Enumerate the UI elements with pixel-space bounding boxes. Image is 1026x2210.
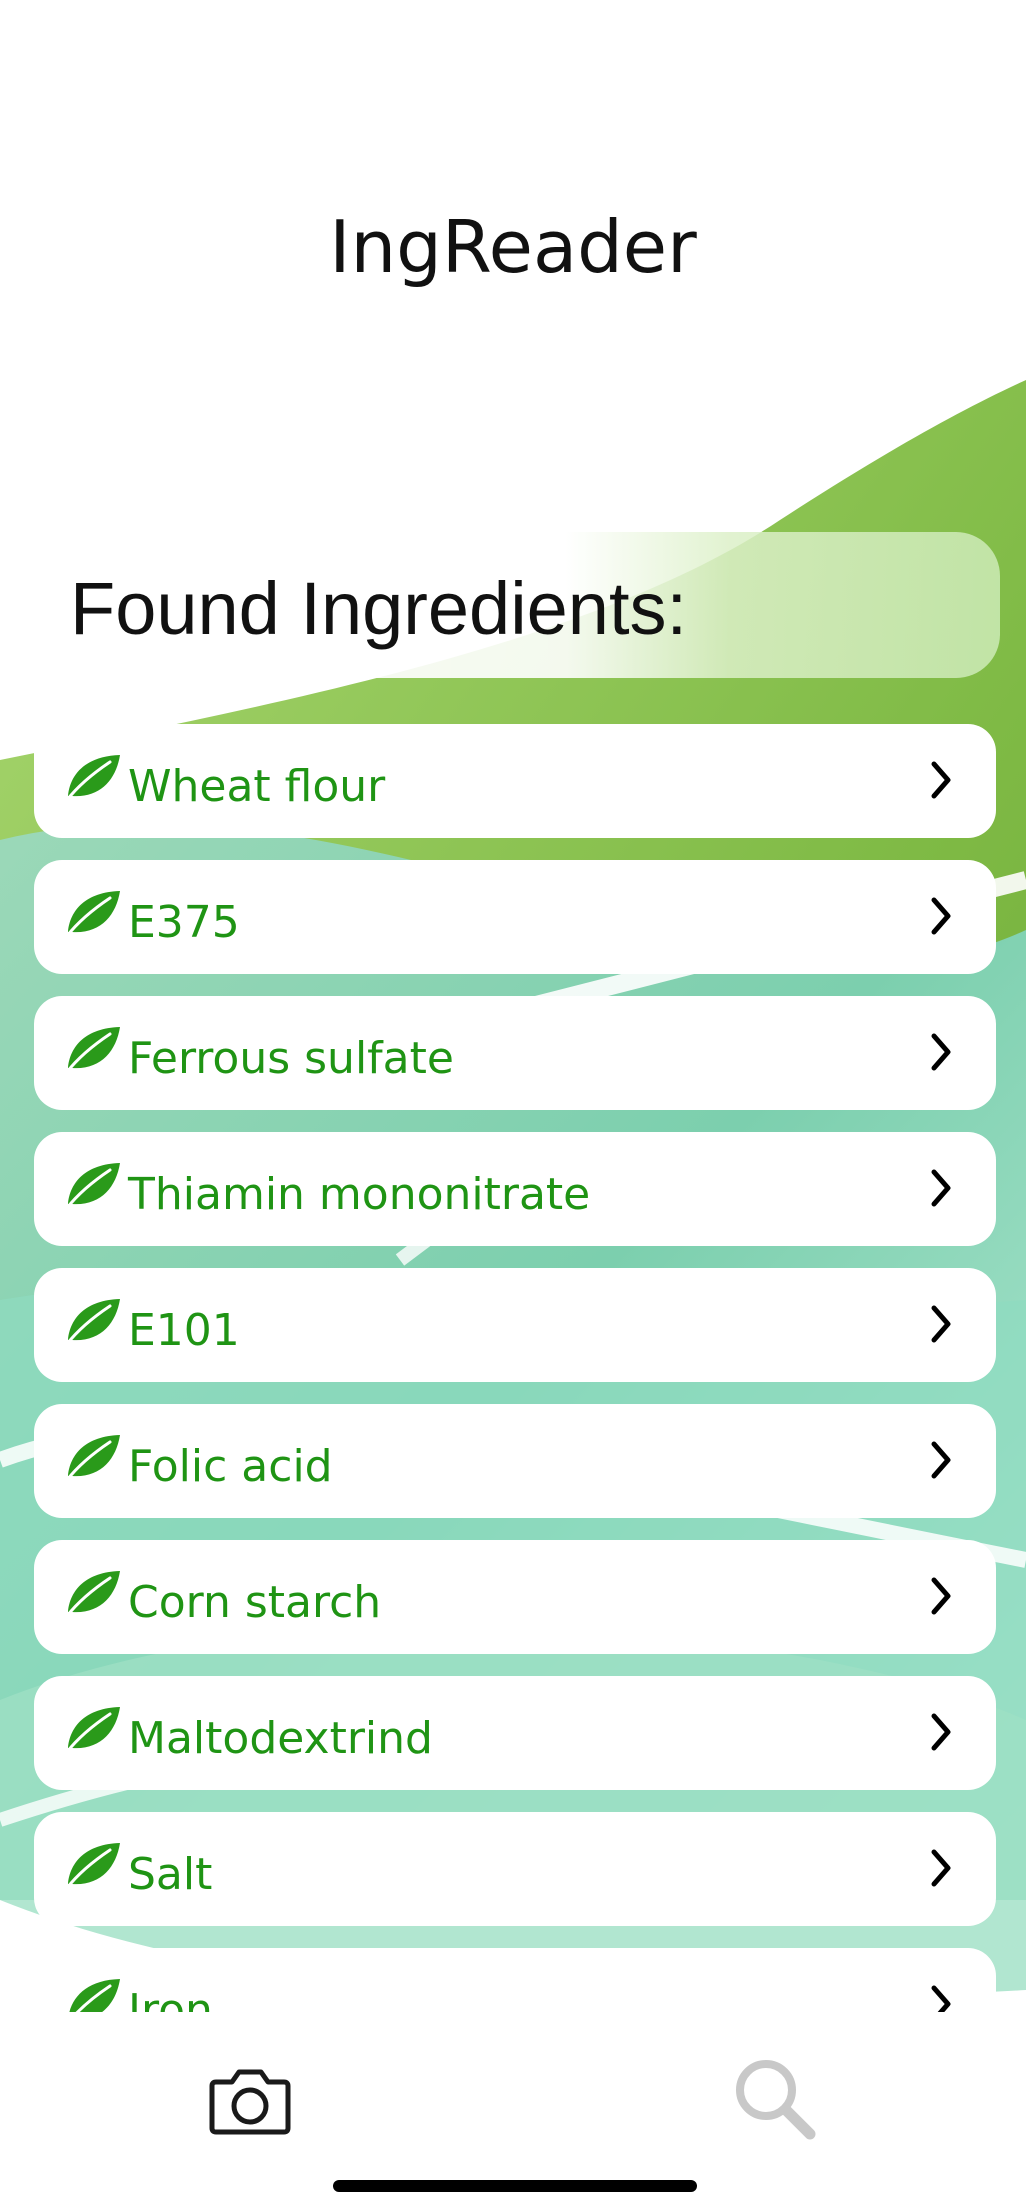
- ingredient-name: E101: [128, 1305, 240, 1356]
- ingredient-row[interactable]: Corn starch: [34, 1540, 996, 1654]
- ingredient-list[interactable]: Wheat flour E375 Ferrous sulfate Thiamin…: [0, 722, 1026, 2012]
- chevron-right-icon: [931, 1441, 951, 1479]
- ingredient-name: Ferrous sulfate: [128, 1033, 454, 1084]
- tab-bar: [0, 2040, 1026, 2210]
- app-title: IngReader: [329, 205, 697, 289]
- home-indicator: [333, 2180, 697, 2192]
- ingredient-name: Wheat flour: [128, 761, 386, 812]
- ingredient-name: Thiamin mononitrate: [128, 1169, 591, 1220]
- chevron-right-icon: [931, 761, 951, 799]
- camera-icon[interactable]: [208, 2066, 292, 2136]
- ingredient-name: Corn starch: [128, 1577, 382, 1628]
- ingredient-name: Maltodextrind: [128, 1713, 433, 1764]
- leaf-icon: [65, 891, 120, 938]
- chevron-right-icon: [931, 897, 951, 935]
- leaf-icon: [65, 1435, 120, 1482]
- chevron-right-icon: [931, 1577, 951, 1615]
- chevron-right-icon: [931, 1033, 951, 1071]
- ingredient-name: Iron: [128, 1985, 213, 2012]
- found-ingredients-header: Found Ingredients:: [34, 532, 1000, 678]
- ingredient-row[interactable]: Ferrous sulfate: [34, 996, 996, 1110]
- leaf-icon: [65, 1163, 120, 1210]
- leaf-icon: [65, 755, 120, 802]
- ingredient-row[interactable]: Iron: [34, 1948, 996, 2012]
- chevron-right-icon: [931, 1305, 951, 1343]
- ingredient-row[interactable]: Maltodextrind: [34, 1676, 996, 1790]
- chevron-right-icon: [931, 1713, 951, 1751]
- ingredient-name: Folic acid: [128, 1441, 333, 1492]
- ingredient-row[interactable]: Folic acid: [34, 1404, 996, 1518]
- chevron-right-icon: [931, 1985, 951, 2012]
- ingredient-row[interactable]: Wheat flour: [34, 724, 996, 838]
- search-icon[interactable]: [732, 2056, 818, 2142]
- leaf-icon: [65, 1027, 120, 1074]
- leaf-icon: [65, 1571, 120, 1618]
- chevron-right-icon: [931, 1169, 951, 1207]
- leaf-icon: [65, 1299, 120, 1346]
- ingredient-row[interactable]: E375: [34, 860, 996, 974]
- leaf-icon: [69, 1979, 120, 2012]
- ingredient-row[interactable]: E101: [34, 1268, 996, 1382]
- section-title: Found Ingredients:: [70, 567, 688, 650]
- ingredient-name: Salt: [128, 1849, 213, 1900]
- leaf-icon: [65, 1707, 120, 1754]
- ingredient-row[interactable]: Salt: [34, 1812, 996, 1926]
- ingredient-name: E375: [128, 897, 240, 948]
- chevron-right-icon: [931, 1849, 951, 1887]
- ingredient-row[interactable]: Thiamin mononitrate: [34, 1132, 996, 1246]
- leaf-icon: [65, 1843, 120, 1890]
